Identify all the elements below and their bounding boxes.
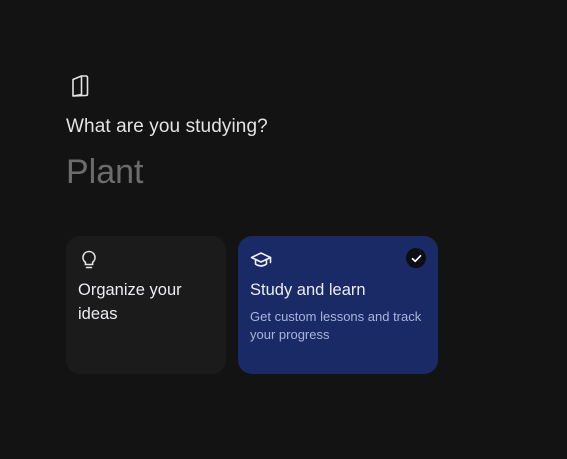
lightbulb-icon: [82, 250, 96, 269]
graduation-cap-icon: [250, 252, 272, 267]
option-study-and-learn[interactable]: Study and learn Get custom lessons and t…: [238, 236, 438, 374]
option-organize-ideas[interactable]: Organize your ideas: [66, 236, 226, 374]
selected-badge: [406, 248, 426, 268]
page-prompt: What are you studying?: [66, 116, 268, 137]
check-icon: [411, 254, 421, 262]
option-title: Study and learn: [250, 281, 366, 299]
option-title: Organize your ideas: [78, 281, 182, 323]
option-description: Get custom lessons and track your progre…: [250, 309, 422, 342]
topic-input[interactable]: [66, 150, 446, 194]
notebook-icon: [72, 75, 89, 97]
